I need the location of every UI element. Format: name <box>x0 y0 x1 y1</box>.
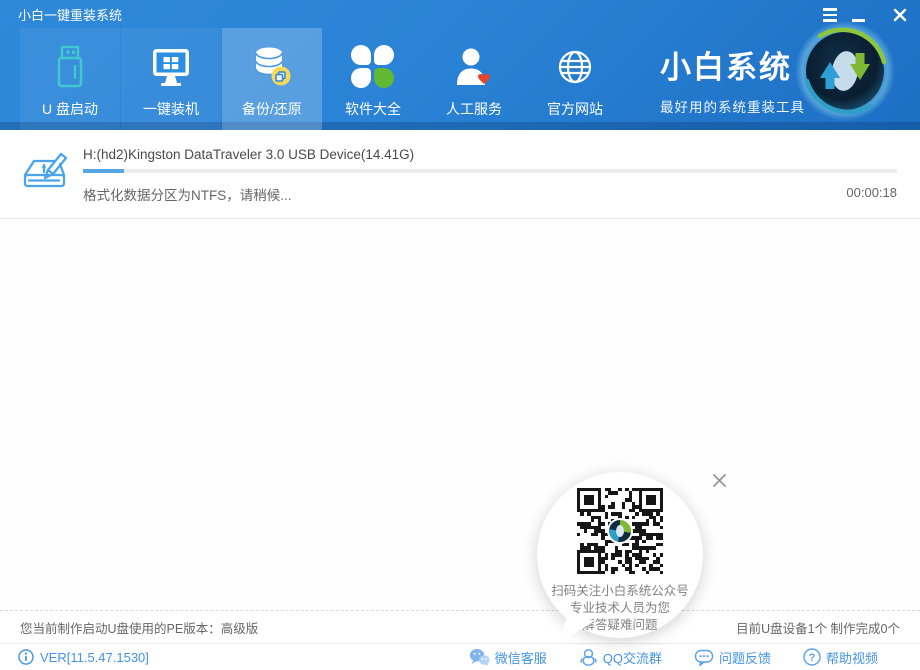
clover-apps-icon <box>351 39 395 95</box>
version-label: VER[11.5.47.1530] <box>40 650 149 665</box>
nav-item-usb-boot[interactable]: U 盘启动 <box>20 28 120 130</box>
progress-fill <box>83 169 124 173</box>
brand-name: 小白系统 <box>660 42 805 87</box>
feedback-link[interactable]: 问题反馈 <box>694 648 771 667</box>
titlebar: 小白一键重装系统 <box>0 0 920 28</box>
nav-item-software[interactable]: 软件大全 <box>323 28 423 130</box>
wechat-icon <box>469 648 490 666</box>
info-icon <box>18 649 34 665</box>
header: 小白一键重装系统 <box>0 0 920 130</box>
version-group: VER[11.5.47.1530] <box>18 649 149 665</box>
device-title: H:(hd2)Kingston DataTraveler 3.0 USB Dev… <box>83 147 414 162</box>
nav-item-website[interactable]: 官方网站 <box>525 28 625 130</box>
app-title: 小白一键重装系统 <box>18 5 122 24</box>
qr-center-logo-icon <box>609 520 631 542</box>
nav-item-backup-restore[interactable]: 备份/还原 <box>222 28 322 130</box>
nav-label: 官方网站 <box>547 99 603 119</box>
nav-label: 一键装机 <box>143 99 199 119</box>
nav-label: 软件大全 <box>345 99 401 119</box>
nav-item-one-click-install[interactable]: 一键装机 <box>121 28 221 130</box>
nav-label: U 盘启动 <box>42 99 98 119</box>
elapsed-time: 00:00:18 <box>846 185 897 200</box>
footer-link-label: QQ交流群 <box>603 648 662 667</box>
brand-block: 小白系统 最好用的系统重装工具 <box>660 42 805 116</box>
person-heart-icon <box>452 39 496 95</box>
main-nav: U 盘启动 <box>20 28 626 130</box>
database-backup-icon <box>249 39 295 95</box>
wechat-support-link[interactable]: 微信客服 <box>469 648 547 667</box>
usb-device-status: 目前U盘设备1个 制作完成0个 <box>736 618 900 637</box>
qr-popup-close-icon[interactable] <box>707 468 731 492</box>
feedback-bubble-icon <box>694 648 714 667</box>
nav-item-support[interactable]: 人工服务 <box>424 28 524 130</box>
drive-write-icon <box>20 144 70 199</box>
help-circle-icon: ? <box>803 648 821 666</box>
progress-section: H:(hd2)Kingston DataTraveler 3.0 USB Dev… <box>0 130 920 219</box>
qq-group-link[interactable]: QQ交流群 <box>579 648 662 667</box>
svg-text:?: ? <box>809 652 816 664</box>
content-area <box>0 219 920 610</box>
help-video-link[interactable]: ? 帮助视频 <box>803 648 878 667</box>
monitor-icon <box>148 39 194 95</box>
pe-version-status: 您当前制作启动U盘使用的PE版本：高级版 <box>20 618 258 637</box>
footer: VER[11.5.47.1530] 微信客服 <box>0 643 920 670</box>
status-bar: 您当前制作启动U盘使用的PE版本：高级版 目前U盘设备1个 制作完成0个 <box>0 610 920 643</box>
usb-icon <box>48 39 92 95</box>
footer-links: 微信客服 QQ交流群 问题反馈 <box>469 648 878 667</box>
brand-tagline: 最好用的系统重装工具 <box>660 96 805 116</box>
qq-icon <box>579 648 598 667</box>
brand-logo-icon <box>794 20 896 122</box>
footer-link-label: 微信客服 <box>495 648 547 667</box>
qr-popup: 扫码关注小白系统公众号 专业技术人员为您 解答疑难问题 <box>537 472 703 638</box>
nav-label: 人工服务 <box>446 99 502 119</box>
task-status-message: 格式化数据分区为NTFS，请稍候... <box>83 184 292 204</box>
progress-bar <box>83 169 897 173</box>
globe-icon <box>553 39 597 95</box>
qr-line-1: 扫码关注小白系统公众号 <box>551 583 689 600</box>
footer-link-label: 问题反馈 <box>719 648 771 667</box>
nav-label: 备份/还原 <box>242 99 302 119</box>
footer-link-label: 帮助视频 <box>826 648 878 667</box>
app-window: 小白一键重装系统 <box>0 0 920 670</box>
